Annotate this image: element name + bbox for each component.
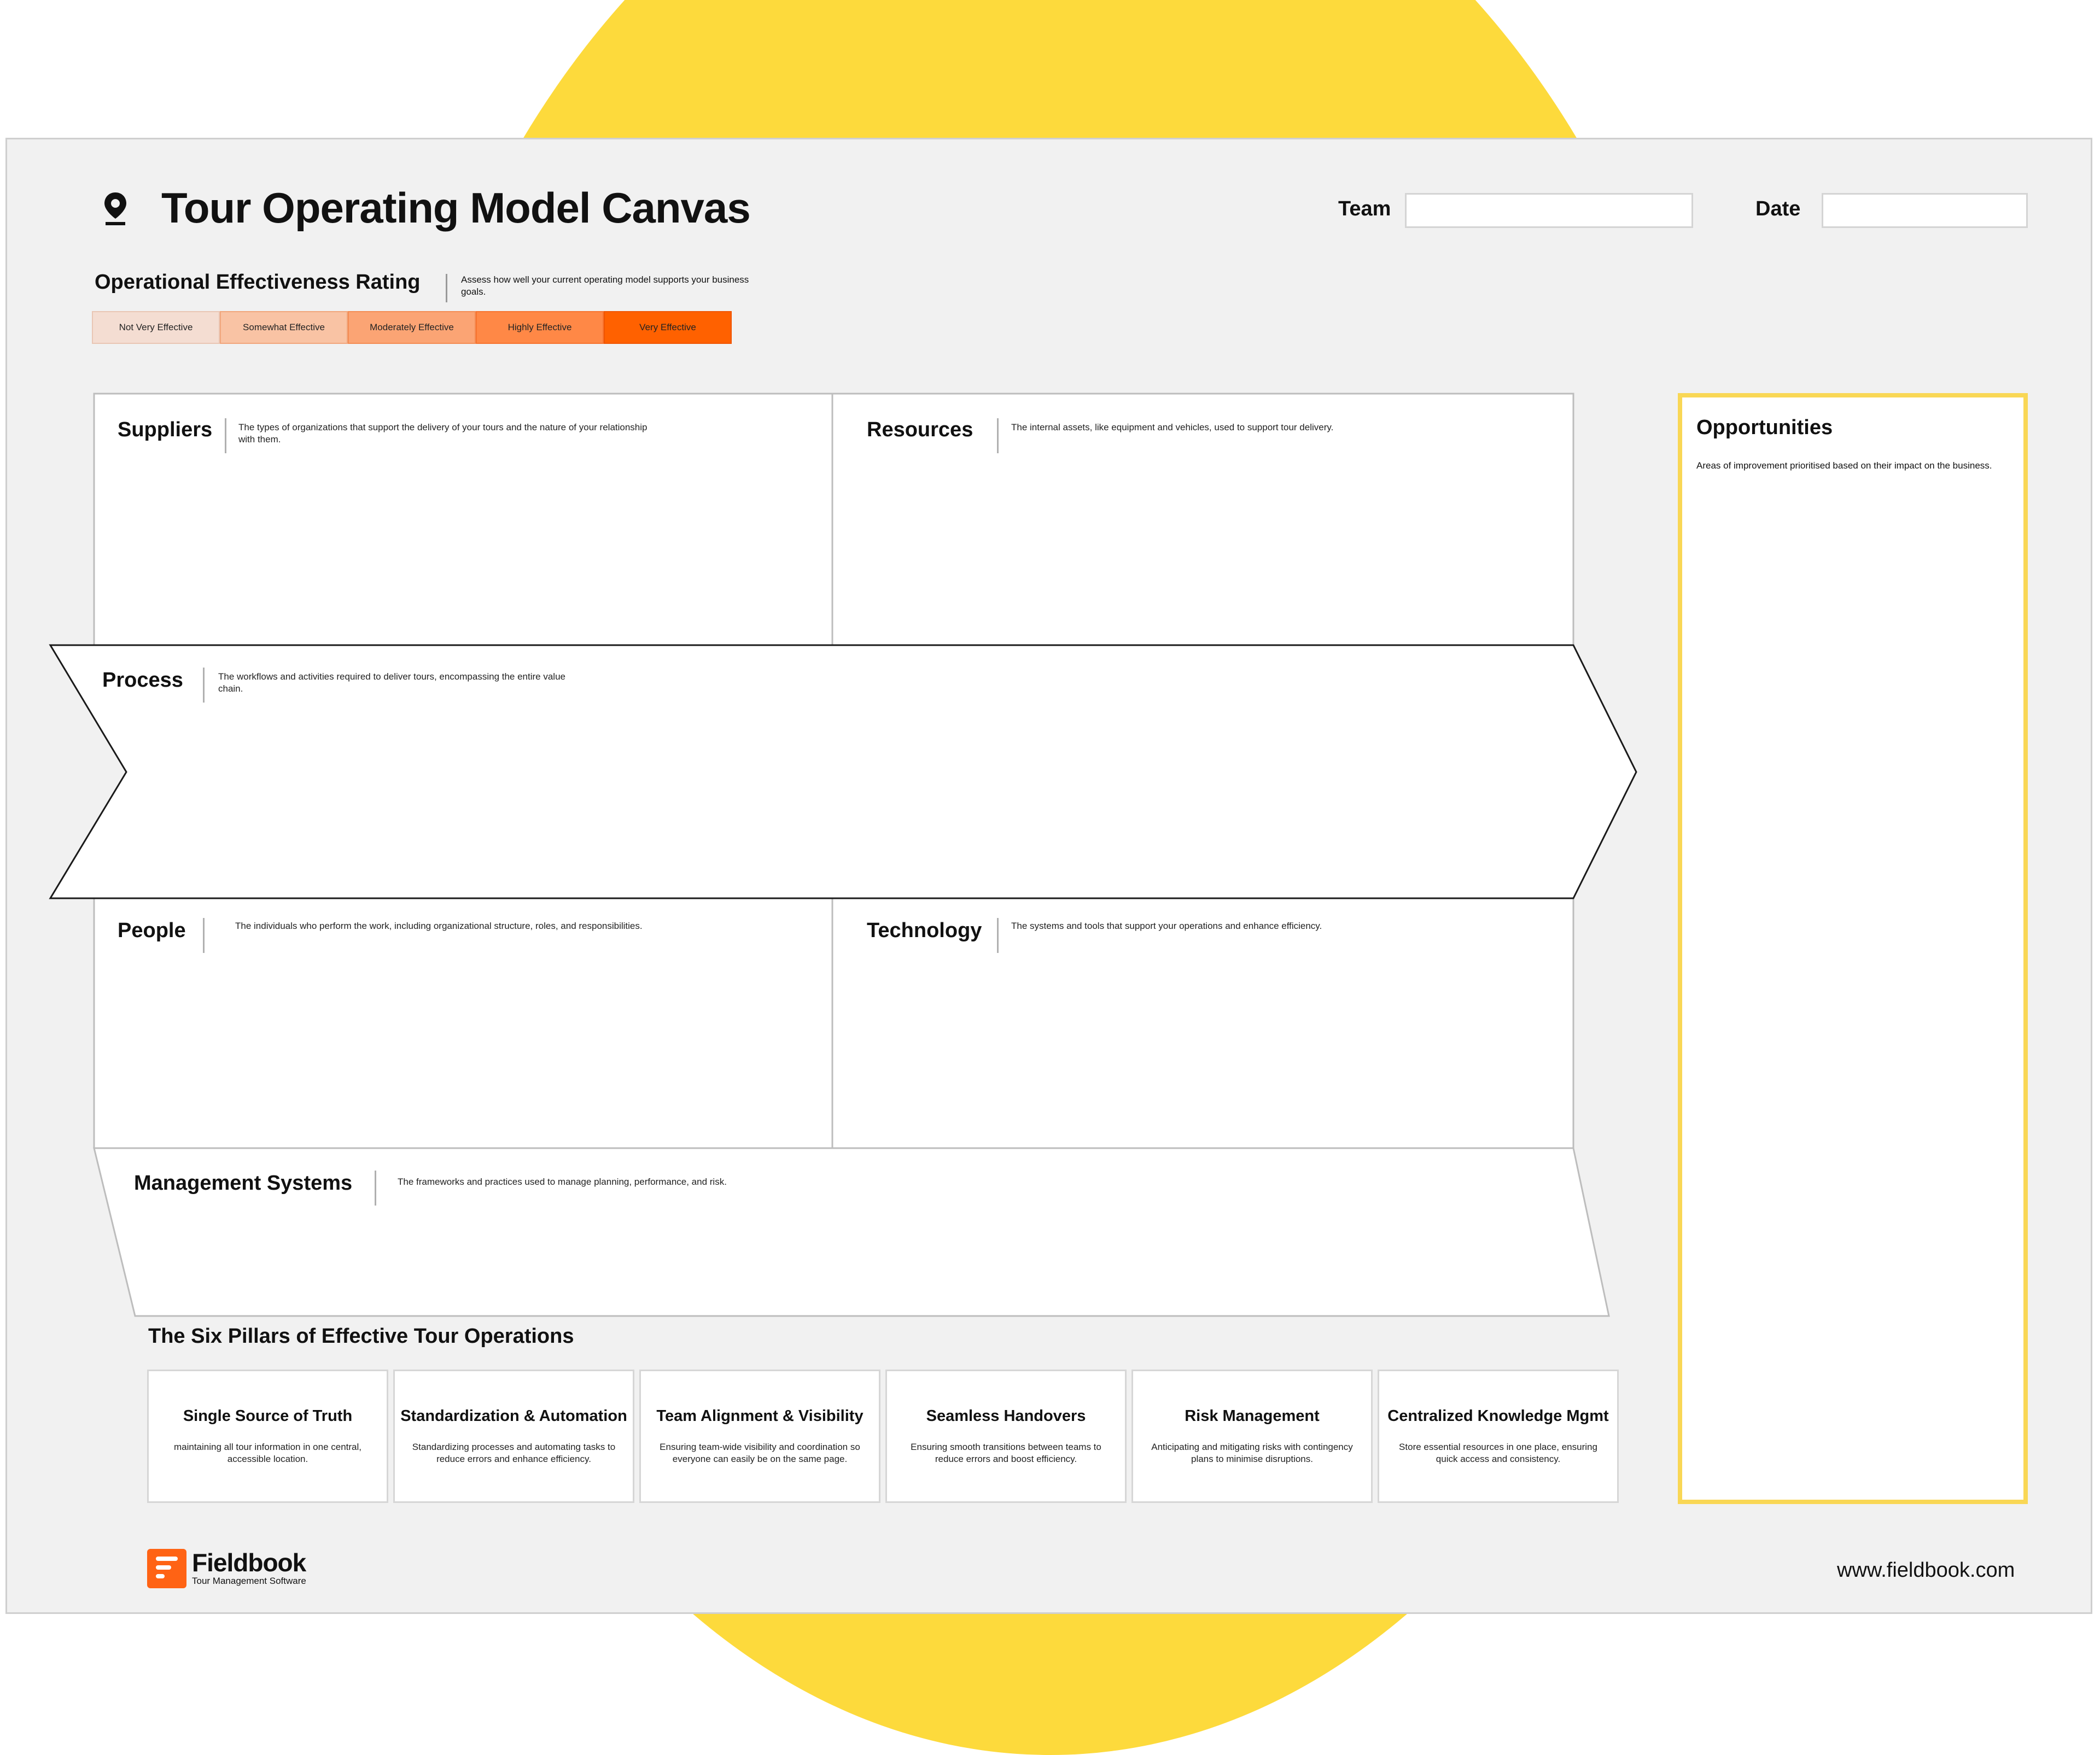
logo-text: Fieldbook Tour Management Software bbox=[192, 1550, 306, 1587]
fieldbook-logo[interactable]: Fieldbook Tour Management Software bbox=[147, 1549, 306, 1588]
people-title: People bbox=[118, 919, 186, 942]
opportunities-description: Areas of improvement prioritised based o… bbox=[1696, 460, 1992, 471]
suppliers-description: The types of organizations that support … bbox=[238, 422, 648, 444]
pillar-description: maintaining all tour information in one … bbox=[173, 1442, 362, 1464]
technology-description: The systems and tools that support your … bbox=[1011, 921, 1322, 931]
pillar-title: Risk Management bbox=[1185, 1407, 1320, 1425]
technology-title: Technology bbox=[867, 919, 982, 942]
process-description: The workflows and activities required to… bbox=[218, 671, 565, 694]
brand-tagline: Tour Management Software bbox=[192, 1576, 306, 1586]
pillar-description: Anticipating and mitigating risks with c… bbox=[1151, 1442, 1353, 1464]
pillar-title: Standardization & Automation bbox=[400, 1407, 627, 1425]
technology-divider bbox=[997, 918, 999, 953]
pillar-title: Single Source of Truth bbox=[183, 1407, 353, 1425]
suppliers-title: Suppliers bbox=[118, 418, 213, 441]
canvas-sheet: Tour Operating Model Canvas Team Date Op… bbox=[5, 138, 2092, 1614]
people-description: The individuals who perform the work, in… bbox=[235, 921, 643, 931]
opportunities-title: Opportunities bbox=[1696, 416, 1833, 439]
pillars-row: Single Source of Truth maintaining all t… bbox=[147, 1370, 1619, 1503]
pillar-description: Ensuring smooth transitions between team… bbox=[911, 1442, 1101, 1464]
people-box[interactable] bbox=[93, 896, 833, 1149]
resources-title: Resources bbox=[867, 418, 973, 441]
pillar-description: Standardizing processes and automating t… bbox=[412, 1442, 616, 1464]
pillar-card: Seamless Handovers Ensuring smooth trans… bbox=[885, 1370, 1127, 1503]
pillar-description: Ensuring team-wide visibility and coordi… bbox=[660, 1442, 860, 1464]
suppliers-divider bbox=[225, 418, 226, 453]
pillar-card: Risk Management Anticipating and mitigat… bbox=[1131, 1370, 1373, 1503]
brand-name: Fieldbook bbox=[192, 1548, 306, 1577]
fieldbook-logo-icon bbox=[147, 1549, 186, 1588]
opportunities-box[interactable]: Opportunities Areas of improvement prior… bbox=[1678, 393, 2028, 1504]
management-systems-title: Management Systems bbox=[134, 1172, 353, 1195]
pillar-card: Standardization & Automation Standardizi… bbox=[393, 1370, 634, 1503]
resources-divider bbox=[997, 418, 999, 453]
pillars-title: The Six Pillars of Effective Tour Operat… bbox=[148, 1325, 574, 1348]
management-systems-description: The frameworks and practices used to man… bbox=[398, 1177, 727, 1187]
pillar-title: Seamless Handovers bbox=[926, 1407, 1086, 1425]
pillar-title: Centralized Knowledge Mgmt bbox=[1387, 1407, 1609, 1425]
resources-description: The internal assets, like equipment and … bbox=[1011, 422, 1334, 432]
process-divider bbox=[203, 668, 205, 703]
people-divider bbox=[203, 918, 205, 953]
pillar-card: Centralized Knowledge Mgmt Store essenti… bbox=[1378, 1370, 1619, 1503]
pillar-card: Team Alignment & Visibility Ensuring tea… bbox=[639, 1370, 880, 1503]
process-title: Process bbox=[102, 669, 183, 692]
pillar-title: Team Alignment & Visibility bbox=[656, 1407, 864, 1425]
pillar-description: Store essential resources in one place, … bbox=[1399, 1442, 1597, 1464]
pillar-card: Single Source of Truth maintaining all t… bbox=[147, 1370, 388, 1503]
website-link[interactable]: www.fieldbook.com bbox=[1837, 1559, 2015, 1582]
management-systems-divider bbox=[375, 1171, 376, 1206]
